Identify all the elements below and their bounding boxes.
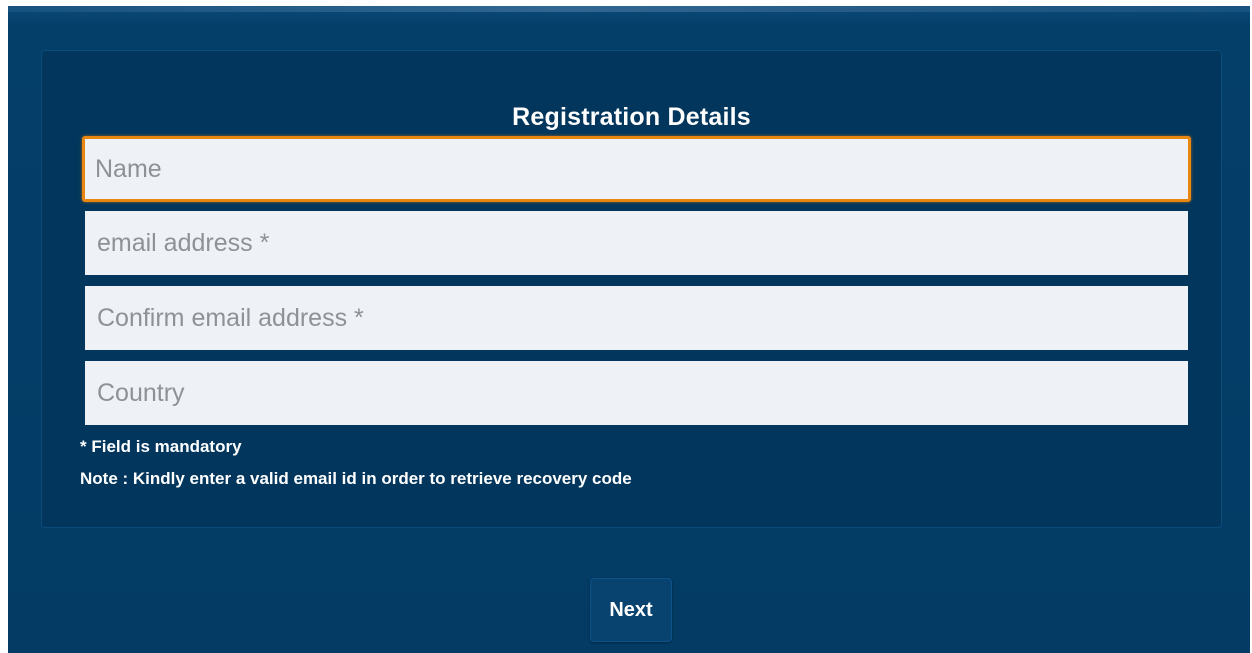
recovery-note: Note : Kindly enter a valid email id in … [80, 469, 632, 488]
mandatory-note: * Field is mandatory [80, 437, 242, 456]
confirm-email-field[interactable] [85, 286, 1188, 350]
country-field[interactable] [85, 361, 1188, 425]
form-title: Registration Details [512, 103, 751, 131]
app-screen: Registration Details * Field is mandator… [8, 6, 1250, 653]
top-sheen [8, 6, 1250, 12]
email-field[interactable] [85, 211, 1188, 275]
registration-panel: Registration Details * Field is mandator… [41, 50, 1222, 528]
next-button[interactable]: Next [590, 578, 672, 642]
name-field[interactable] [82, 136, 1191, 202]
